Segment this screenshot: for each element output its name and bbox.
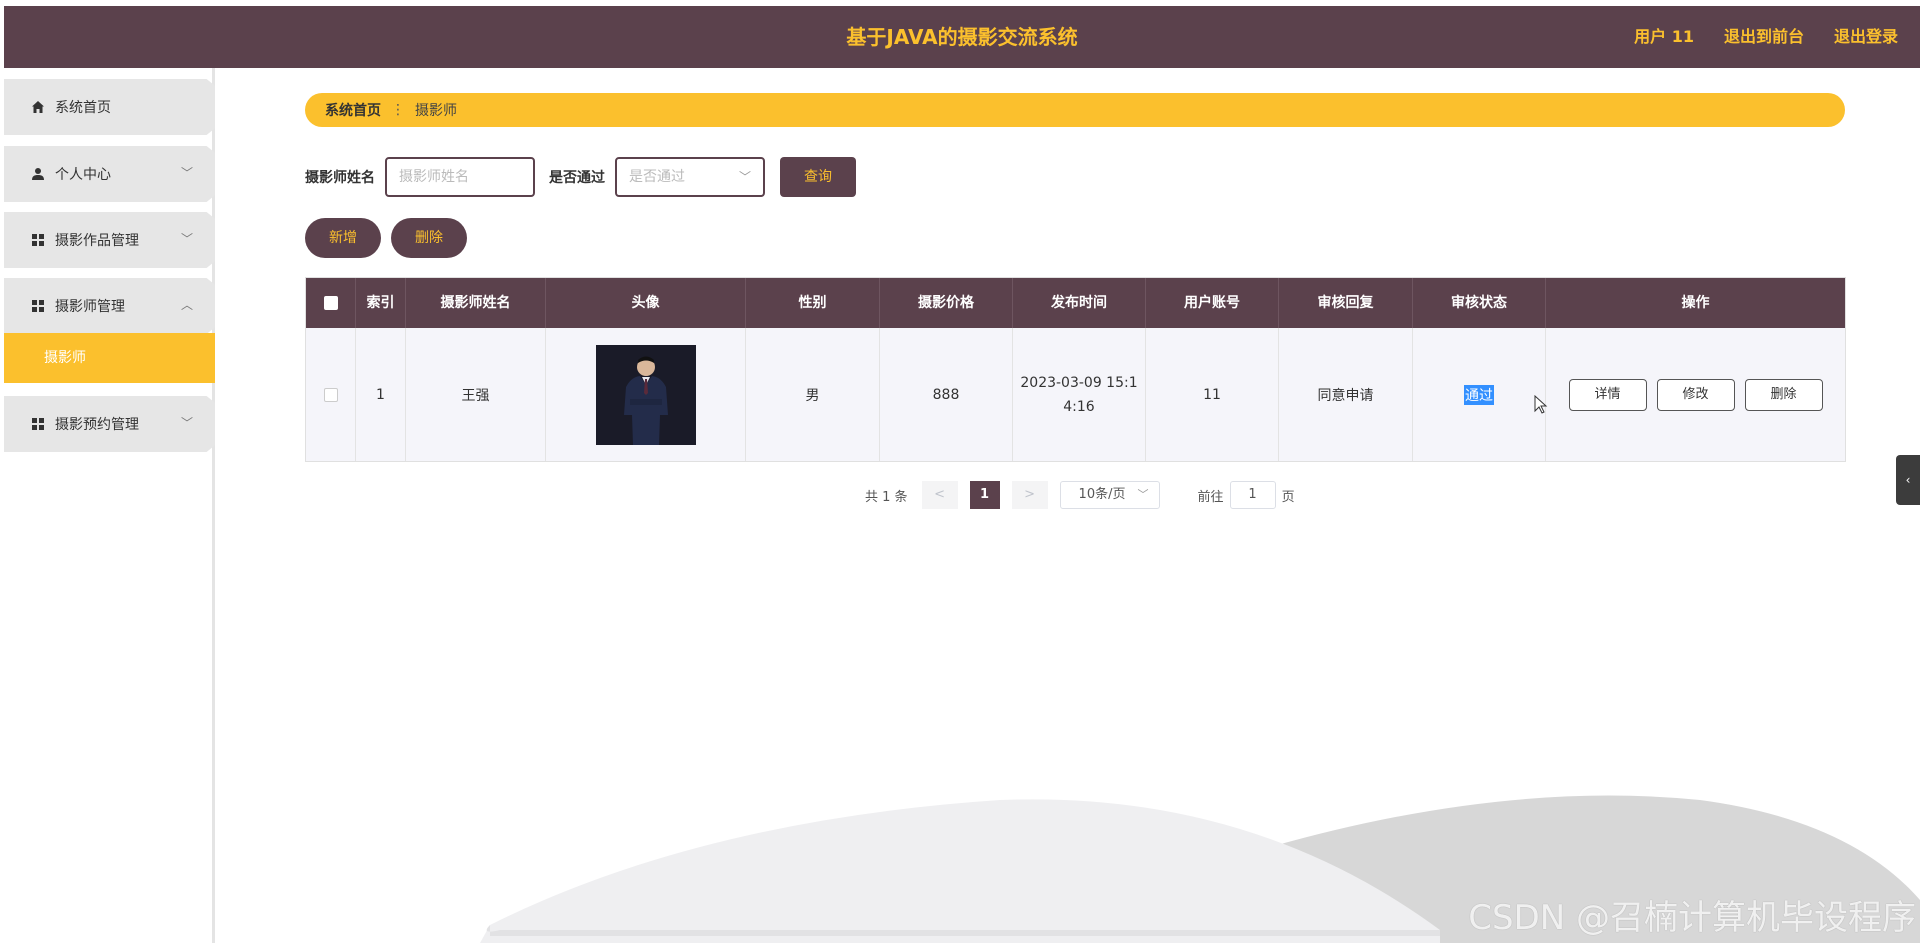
prev-page-button[interactable]: < <box>921 481 958 509</box>
action-bar: 新增 删除 <box>305 218 467 258</box>
person-photo-icon <box>595 344 696 445</box>
header-cell: 用户账号 <box>1146 278 1279 328</box>
account-cell: 11 <box>1146 328 1279 461</box>
edit-button[interactable]: 修改 <box>1656 378 1735 411</box>
status-cell: 通过 <box>1413 328 1546 461</box>
breadcrumb-current: 摄影师 <box>415 103 457 119</box>
breadcrumb: 系统首页 ⋮ 摄影师 <box>305 93 1845 127</box>
front-link[interactable]: 退出到前台 <box>1724 6 1804 68</box>
row-checkbox[interactable] <box>323 387 338 402</box>
photographer-table: 索引 摄影师姓名 头像 性别 摄影价格 发布时间 用户账号 审核回复 审核状态 … <box>305 277 1846 462</box>
name-input[interactable]: 摄影师姓名 <box>385 157 535 197</box>
header-cell: 操作 <box>1681 295 1710 311</box>
price-cell: 888 <box>880 328 1013 461</box>
gender-cell: 男 <box>746 328 880 461</box>
total-count: 共 1 条 <box>865 489 908 505</box>
sidebar-item-personal[interactable]: 个人中心 ﹀ <box>4 146 215 202</box>
grid-icon <box>32 418 44 430</box>
header-cell: 头像 <box>546 278 746 328</box>
header-cell: 审核状态 <box>1413 278 1546 328</box>
chevron-down-icon: ﹀ <box>180 232 193 246</box>
name-cell: 王强 <box>406 328 546 461</box>
time-line-2: 4:16 <box>1063 398 1095 415</box>
mouse-cursor-icon <box>1534 395 1548 414</box>
select-all-checkbox[interactable] <box>323 296 338 310</box>
header-cell: 摄影价格 <box>880 278 1013 328</box>
sidebar-item-home[interactable]: 系统首页 <box>4 79 215 135</box>
status-text: 通过 <box>1464 384 1494 405</box>
background-hills <box>480 795 1920 943</box>
search-bar: 摄影师姓名 摄影师姓名 是否通过 是否通过 ﹀ 查询 <box>305 157 856 197</box>
name-label: 摄影师姓名 <box>305 170 375 186</box>
collapse-panel-button[interactable]: ‹ <box>1896 455 1920 505</box>
row-checkbox-cell <box>306 328 356 461</box>
sidebar-item-label: 摄影师管理 <box>55 299 125 315</box>
sidebar: 系统首页 个人中心 ﹀ 摄影作品管理 ﹀ 摄影师管理 ︿ 摄影师 摄影预约管理 … <box>4 68 215 943</box>
user-label[interactable]: 用户 11 <box>1634 6 1694 68</box>
grid-icon <box>32 234 44 246</box>
header-links: 用户 11 退出到前台 退出登录 <box>1634 6 1898 68</box>
sidebar-item-label: 摄影预约管理 <box>55 417 139 433</box>
sidebar-item-label: 摄影作品管理 <box>55 233 139 249</box>
sidebar-item-label: 系统首页 <box>55 100 111 116</box>
reply-cell: 同意申请 <box>1279 328 1413 461</box>
breadcrumb-separator-icon: ⋮ <box>391 102 405 118</box>
next-page-button[interactable]: > <box>1011 481 1048 509</box>
pass-select[interactable]: 是否通过 ﹀ <box>615 157 765 197</box>
header-cell: 发布时间 <box>1013 278 1146 328</box>
watermark: CSDN @召楠计算机毕设程序 <box>1468 898 1916 938</box>
ops-cell: 详情 修改 删除 <box>1546 328 1845 461</box>
time-cell: 2023-03-09 15:1 4:16 <box>1013 328 1146 461</box>
grid-icon <box>32 300 44 312</box>
table-row: 1 王强 男 888 2023-03-09 15:1 4:16 11 同意申请 <box>306 328 1845 461</box>
goto-suffix: 页 <box>1281 489 1295 505</box>
index-cell: 1 <box>356 328 406 461</box>
breadcrumb-home[interactable]: 系统首页 <box>325 100 381 120</box>
page-size-select[interactable]: 10条/页 ﹀ <box>1059 481 1160 509</box>
goto-page-input[interactable]: 1 <box>1229 481 1276 509</box>
page-size-value: 10条/页 <box>1078 487 1126 502</box>
goto-prefix: 前往 <box>1197 489 1224 505</box>
app-title: 基于JAVA的摄影交流系统 <box>846 25 1078 49</box>
page-number[interactable]: 1 <box>969 481 1000 509</box>
query-button[interactable]: 查询 <box>780 157 856 197</box>
home-icon <box>32 101 44 113</box>
table-header: 索引 摄影师姓名 头像 性别 摄影价格 发布时间 用户账号 审核回复 审核状态 … <box>306 278 1845 328</box>
logout-link[interactable]: 退出登录 <box>1834 6 1898 68</box>
sidebar-item-photographer[interactable]: 摄影师管理 ︿ <box>4 278 215 334</box>
pass-select-placeholder: 是否通过 <box>629 169 685 185</box>
header-cell: 审核回复 <box>1279 278 1413 328</box>
batch-delete-button[interactable]: 删除 <box>391 218 467 258</box>
pass-label: 是否通过 <box>549 170 605 186</box>
avatar[interactable] <box>595 344 696 445</box>
chevron-down-icon: ﹀ <box>1137 488 1149 501</box>
app-header: 基于JAVA的摄影交流系统 用户 11 退出到前台 退出登录 <box>4 6 1920 68</box>
detail-button[interactable]: 详情 <box>1568 378 1647 411</box>
avatar-cell <box>546 328 746 461</box>
header-checkbox-cell <box>306 278 356 328</box>
header-cell: 摄影师姓名 <box>406 278 546 328</box>
chevron-down-icon: ﹀ <box>738 170 751 184</box>
pagination: 共 1 条 < 1 > 10条/页 ﹀ 前往 1 页 <box>865 481 1295 509</box>
sidebar-item-label: 个人中心 <box>55 167 111 183</box>
time-line-1: 2023-03-09 15:1 <box>1020 374 1138 391</box>
add-button[interactable]: 新增 <box>305 218 381 258</box>
delete-button[interactable]: 删除 <box>1744 378 1823 411</box>
chevron-down-icon: ﹀ <box>180 166 193 180</box>
sidebar-item-booking[interactable]: 摄影预约管理 ﹀ <box>4 396 215 452</box>
chevron-down-icon: ﹀ <box>180 416 193 430</box>
header-cell: 性别 <box>746 278 880 328</box>
header-cell: 索引 <box>356 278 406 328</box>
user-icon <box>32 168 44 180</box>
chevron-left-icon: ‹ <box>1905 473 1911 487</box>
sidebar-item-works[interactable]: 摄影作品管理 ﹀ <box>4 212 215 268</box>
chevron-up-icon: ︿ <box>180 298 193 312</box>
sidebar-subitem-photographer[interactable]: 摄影师 <box>4 333 215 383</box>
